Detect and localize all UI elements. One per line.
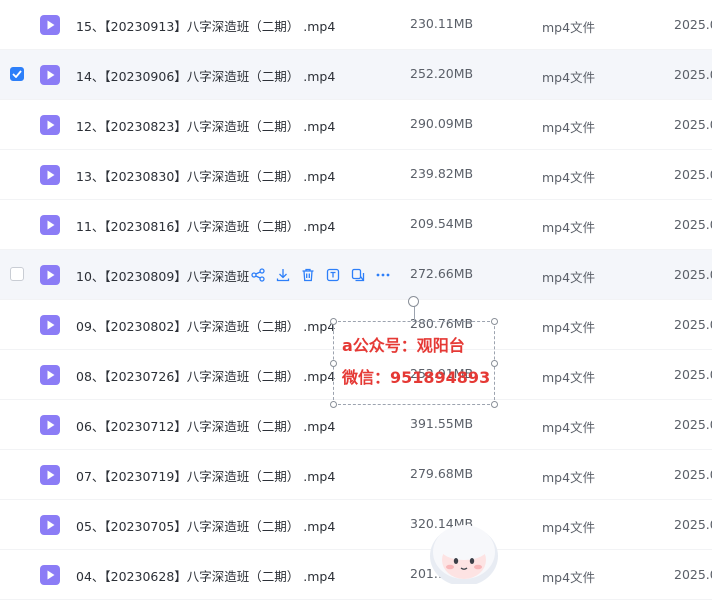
modified-date: 2025.0: [674, 167, 712, 182]
file-type: mp4文件: [542, 70, 596, 85]
modified-date: 2025.0: [674, 67, 712, 82]
video-file-icon: [40, 315, 60, 335]
delete-icon[interactable]: [300, 267, 316, 283]
file-row[interactable]: 07、【20230719】八字深造班（二期） .mp4 279.68MB mp4文件…: [0, 450, 712, 500]
file-type: mp4文件: [542, 470, 596, 485]
file-type: mp4文件: [542, 520, 596, 535]
file-name[interactable]: 14、【20230906】八字深造班（二期） .mp4: [76, 66, 335, 85]
row-checkbox[interactable]: [10, 67, 24, 81]
watermark-line-1: a公众号：观阳台: [342, 336, 465, 355]
modified-date: 2025.0: [674, 217, 712, 232]
file-size: 391.55MB: [410, 416, 474, 431]
modified-date: 2025.0: [674, 567, 712, 582]
file-name[interactable]: 06、【20230712】八字深造班（二期） .mp4: [76, 416, 335, 435]
file-name[interactable]: 07、【20230719】八字深造班（二期） .mp4: [76, 466, 335, 485]
file-name[interactable]: 04、【20230628】八字深造班（二期） .mp4: [76, 566, 335, 585]
video-file-icon: [40, 515, 60, 535]
more-icon[interactable]: [375, 267, 391, 283]
video-file-icon: [40, 215, 60, 235]
modified-date: 2025.0: [674, 517, 712, 532]
resize-handle-ml[interactable]: [330, 360, 337, 367]
resize-handle-mr[interactable]: [491, 360, 498, 367]
file-size: 209.54MB: [410, 216, 474, 231]
video-file-icon: [40, 65, 60, 85]
video-file-icon: [40, 165, 60, 185]
file-name[interactable]: 13、【20230830】八字深造班（二期） .mp4: [76, 166, 335, 185]
resize-handle-tl[interactable]: [330, 318, 337, 325]
row-checkbox[interactable]: [10, 267, 24, 281]
video-file-icon: [40, 265, 60, 285]
file-row[interactable]: 04、【20230628】八字深造班（二期） .mp4 201.9 mp4文件 202…: [0, 550, 712, 600]
file-type: mp4文件: [542, 320, 596, 335]
watermark-line-2: 微信：951894893: [342, 368, 491, 387]
file-type: mp4文件: [542, 120, 596, 135]
row-actions: [250, 267, 391, 283]
file-type: mp4文件: [542, 570, 596, 585]
file-type: mp4文件: [542, 370, 596, 385]
rotate-line: [414, 306, 415, 322]
file-name[interactable]: 15、【20230913】八字深造班（二期） .mp4: [76, 16, 335, 35]
file-row[interactable]: 06、【20230712】八字深造班（二期） .mp4 391.55MB mp4文件…: [0, 400, 712, 450]
file-name[interactable]: 12、【20230823】八字深造班（二期） .mp4: [76, 116, 335, 135]
file-row[interactable]: 15、【20230913】八字深造班（二期） .mp4 230.11MB mp4文件…: [0, 0, 712, 50]
video-file-icon: [40, 565, 60, 585]
file-name[interactable]: 08、【20230726】八字深造班（二期） .mp4: [76, 366, 335, 385]
modified-date: 2025.0: [674, 267, 712, 282]
resize-handle-br[interactable]: [491, 401, 498, 408]
file-type: mp4文件: [542, 170, 596, 185]
file-row[interactable]: 13、【20230830】八字深造班（二期） .mp4 239.82MB mp4文件…: [0, 150, 712, 200]
file-type: mp4文件: [542, 420, 596, 435]
assistant-mascot-icon[interactable]: [428, 522, 500, 586]
file-size: 290.09MB: [410, 116, 474, 131]
file-list: 15、【20230913】八字深造班（二期） .mp4 230.11MB mp4文件…: [0, 0, 712, 600]
file-row[interactable]: 05、【20230705】八字深造班（二期） .mp4 320.14MB mp4文件…: [0, 500, 712, 550]
file-row[interactable]: 11、【20230816】八字深造班（二期） .mp4 209.54MB mp4文件…: [0, 200, 712, 250]
download-icon[interactable]: [275, 267, 291, 283]
file-size: 230.11MB: [410, 16, 474, 31]
modified-date: 2025.0: [674, 417, 712, 432]
modified-date: 2025.0: [674, 117, 712, 132]
resize-handle-tr[interactable]: [491, 318, 498, 325]
resize-handle-bl[interactable]: [330, 401, 337, 408]
video-file-icon: [40, 465, 60, 485]
video-file-icon: [40, 415, 60, 435]
file-name[interactable]: 10、【20230809】八字深造班: [76, 266, 249, 285]
file-type: mp4文件: [542, 20, 596, 35]
video-file-icon: [40, 15, 60, 35]
file-size: 279.68MB: [410, 466, 474, 481]
file-row[interactable]: 14、【20230906】八字深造班（二期） .mp4 252.20MB mp4文件…: [0, 50, 712, 100]
file-name[interactable]: 11、【20230816】八字深造班（二期） .mp4: [76, 216, 335, 235]
file-row[interactable]: 10、【20230809】八字深造班 272.66MB mp4文件 2025.0: [0, 250, 712, 300]
video-file-icon: [40, 365, 60, 385]
share-icon[interactable]: [250, 267, 266, 283]
modified-date: 2025.0: [674, 367, 712, 382]
copy-icon[interactable]: [350, 267, 366, 283]
modified-date: 2025.0: [674, 17, 712, 32]
modified-date: 2025.0: [674, 467, 712, 482]
rotate-handle[interactable]: [408, 296, 419, 307]
watermark-textbox[interactable]: a公众号：观阳台 微信：951894893: [330, 296, 498, 408]
file-type: mp4文件: [542, 270, 596, 285]
file-type: mp4文件: [542, 220, 596, 235]
file-size: 252.20MB: [410, 66, 474, 81]
rename-icon[interactable]: [325, 267, 341, 283]
file-name[interactable]: 05、【20230705】八字深造班（二期） .mp4: [76, 516, 335, 535]
modified-date: 2025.0: [674, 317, 712, 332]
file-row[interactable]: 12、【20230823】八字深造班（二期） .mp4 290.09MB mp4文件…: [0, 100, 712, 150]
file-size: 272.66MB: [410, 266, 474, 281]
video-file-icon: [40, 115, 60, 135]
file-size: 239.82MB: [410, 166, 474, 181]
file-name[interactable]: 09、【20230802】八字深造班（二期） .mp4: [76, 316, 335, 335]
